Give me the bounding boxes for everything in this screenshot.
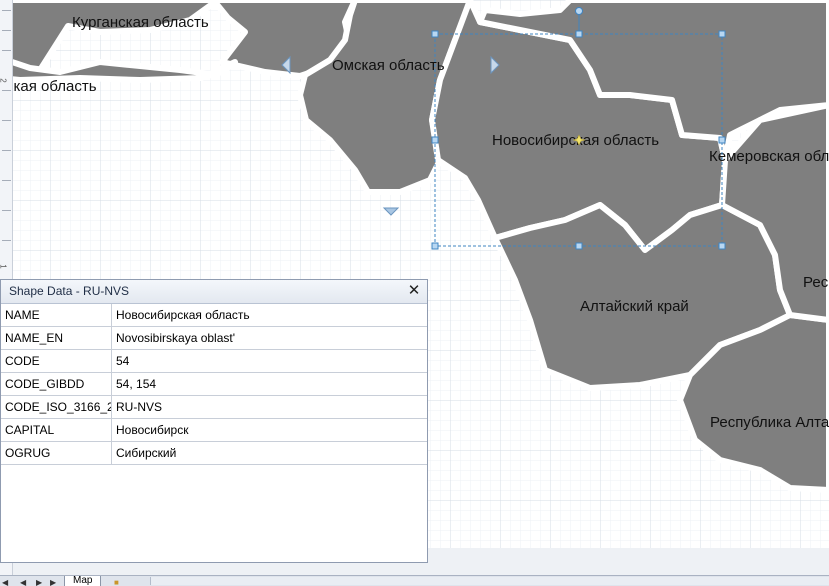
- label-tyumen-partial: ская область: [6, 78, 97, 95]
- table-row[interactable]: CODE_ISO_3166_2 RU-NVS: [1, 395, 427, 419]
- horizontal-scrollbar[interactable]: [150, 577, 829, 585]
- rotation-handle[interactable]: [575, 7, 583, 15]
- label-omsk: Омская область: [332, 57, 445, 74]
- shape-data-panel[interactable]: Shape Data - RU-NVS ✕ NAME Новосибирская …: [0, 279, 428, 563]
- field-name: NAME_EN: [1, 326, 112, 350]
- field-value[interactable]: Новосибирск: [111, 418, 427, 442]
- label-kurgan: Курганская область: [72, 14, 209, 31]
- resize-handle-sw[interactable]: [431, 242, 439, 250]
- field-value[interactable]: Novosibirskaya oblast': [111, 326, 427, 350]
- ruler-mark-1: 1: [0, 264, 8, 268]
- label-altai-republic: Республика Алта: [710, 414, 829, 431]
- table-row[interactable]: CAPITAL Новосибирск: [1, 418, 427, 442]
- field-value[interactable]: Сибирский: [111, 441, 427, 465]
- field-value[interactable]: 54, 154: [111, 372, 427, 396]
- resize-handle-s[interactable]: [575, 242, 583, 250]
- field-value[interactable]: RU-NVS: [111, 395, 427, 419]
- close-icon[interactable]: ✕: [407, 280, 421, 303]
- label-khakasia-partial: Респ: [803, 274, 829, 291]
- page-tabs-bar: ◀ ◀ ▶ ▶ Map ■: [0, 575, 829, 586]
- table-row[interactable]: NAME Новосибирская область: [1, 304, 427, 327]
- shape-data-titlebar[interactable]: Shape Data - RU-NVS ✕: [1, 280, 427, 304]
- table-row[interactable]: OGRUG Сибирский: [1, 441, 427, 465]
- field-value[interactable]: 54: [111, 349, 427, 373]
- label-kemerovo: Кемеровская обл: [709, 148, 829, 165]
- resize-handle-se[interactable]: [718, 242, 726, 250]
- resize-handle-ne[interactable]: [718, 30, 726, 38]
- field-name: OGRUG: [1, 441, 112, 465]
- shape-data-title: Shape Data - RU-NVS: [9, 284, 130, 298]
- field-name: CODE_GIBDD: [1, 372, 112, 396]
- table-row[interactable]: CODE_GIBDD 54, 154: [1, 372, 427, 396]
- field-name: CAPITAL: [1, 418, 112, 442]
- field-name: NAME: [1, 304, 112, 327]
- field-name: CODE_ISO_3166_2: [1, 395, 112, 419]
- table-row[interactable]: NAME_EN Novosibirskaya oblast': [1, 326, 427, 350]
- ruler-mark-2: 2: [0, 78, 8, 82]
- label-altai-krai: Алтайский край: [580, 298, 689, 315]
- resize-handle-e[interactable]: [718, 136, 726, 144]
- resize-handle-n[interactable]: [575, 30, 583, 38]
- table-row[interactable]: CODE 54: [1, 349, 427, 373]
- shape-data-table: NAME Новосибирская область NAME_EN Novosib…: [1, 304, 427, 465]
- resize-handle-w[interactable]: [431, 136, 439, 144]
- resize-handle-nw[interactable]: [431, 30, 439, 38]
- field-name: CODE: [1, 349, 112, 373]
- field-value[interactable]: Новосибирская область: [111, 304, 427, 327]
